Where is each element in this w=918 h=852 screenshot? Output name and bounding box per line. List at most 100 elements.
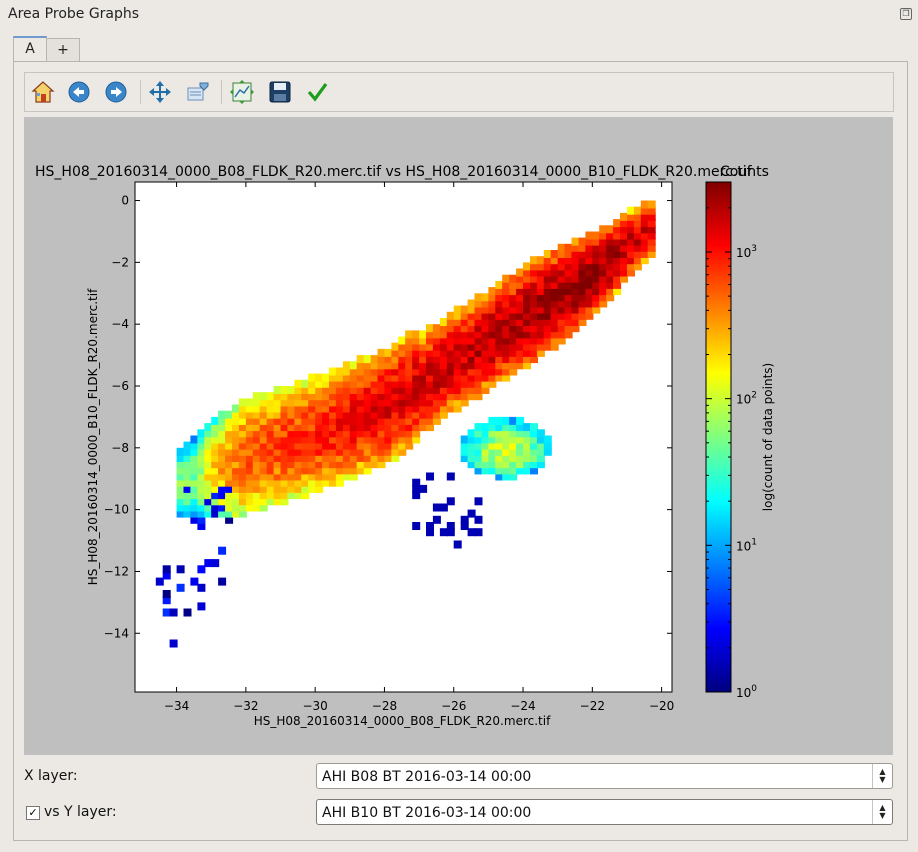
heatmap-cell [536,429,545,438]
colorbar-tick-label: 102 [736,391,757,407]
heatmap-cell [578,237,587,246]
heatmap-cell [370,355,379,364]
x-layer-label: X layer: [24,768,78,784]
y-layer-dropdown-arrow-icon[interactable]: ▲ ▼ [872,800,892,824]
heatmap-cell [460,435,469,444]
heatmap-cell [432,503,441,512]
heatmap-cell [557,243,566,252]
check-icon[interactable] [303,78,331,106]
heatmap-cell [474,515,483,524]
heatmap-cell [633,206,642,215]
pan-icon[interactable] [146,78,174,106]
heatmap-cell [467,509,476,518]
plot-toolbar [24,72,894,112]
y-layer-select[interactable]: AHI B10 BT 2016-03-14 00:00 ▲ ▼ [316,799,893,825]
heatmap-cell [453,540,462,549]
heatmap-cell [322,373,331,382]
chart-svg: −34 −32 −30 −28 −26 −24 −22 −20 0 −2 −4 −6 −8 −10 −12… [35,164,775,728]
heatmap-cell [183,608,192,617]
heatmap-cell [204,423,213,432]
window-title: Area Probe Graphs [8,6,140,22]
heatmap-cell [301,379,310,388]
save-icon[interactable] [266,78,294,106]
y-tick-label: −2 [111,255,129,269]
heatmap-cell [405,330,414,339]
y-tick-label: 0 [121,194,129,208]
heatmap-cell [439,503,448,512]
heatmap-cell [342,361,351,370]
heatmap-cell [211,559,220,568]
heatmap-cell [495,280,504,289]
y-layer-checkbox[interactable]: ✓ [26,806,40,820]
tab-add[interactable]: + [46,38,80,62]
heatmap-cell [446,311,455,320]
heatmap-cell [335,367,344,376]
heatmap-cell [502,274,511,283]
heatmap-cell [481,423,490,432]
heatmap-cell [197,602,206,611]
heatmap-cell [169,608,178,617]
heatmap-cell [509,274,518,283]
heatmap-cell [467,429,476,438]
heatmap-cell [543,435,552,444]
chart-title: HS_H08_20160314_0000_B08_FLDK_R20.merc.t… [35,164,753,180]
heatmap-cell [592,231,601,240]
x-tick-label: −22 [580,699,605,713]
heatmap-cell [453,305,462,314]
heatmap-cell [384,348,393,357]
x-axis-label: HS_H08_20160314_0000_B08_FLDK_R20.merc.t… [254,714,551,728]
heatmap-cell [426,324,434,333]
heatmap-cell [640,200,649,209]
x-tick-label: −26 [441,699,466,713]
heatmap-cell [197,583,206,592]
heatmap-cell [308,373,317,382]
heatmap-cell [169,639,178,648]
y-tick-label: −8 [111,441,129,455]
heatmap-cell [516,268,525,277]
heatmap-cell [252,392,261,401]
heatmap-cell [488,287,497,296]
zoom-icon[interactable] [184,78,212,106]
x-tick-label: −30 [302,699,327,713]
heatmap-cell [329,367,337,376]
x-tick-label: −24 [510,699,535,713]
heatmap-cell [474,497,483,506]
heatmap-cell [543,250,552,258]
heatmap-cell [287,386,296,394]
heatmap-cell [474,528,483,537]
heatmap-cell [356,355,365,364]
heatmap-cell [620,212,628,221]
heatmap-cell [439,528,448,537]
heatmap-cell [412,330,421,339]
forward-arrow-icon[interactable] [102,78,130,106]
x-tick-label: −32 [233,699,258,713]
y-axis-label: HS_H08_20160314_0000_B10_FLDK_R20.merc.t… [86,288,100,585]
back-arrow-icon[interactable] [65,78,93,106]
configure-subplots-icon[interactable] [228,78,256,106]
heatmap-cell [426,472,434,481]
x-layer-value: AHI B08 BT 2016-03-14 00:00 [322,769,532,785]
heatmap-cell [606,225,615,234]
tab-a[interactable]: A [13,36,47,63]
heatmap-cell [232,404,240,413]
heatmap-cell [564,243,573,252]
home-icon[interactable] [29,78,57,106]
colorbar-label: log(count of data points) [761,363,775,511]
heatmap-cell [391,342,400,351]
heatmap-cell [218,577,227,586]
heatmap-cell [197,565,206,574]
heatmap-cell [550,250,559,258]
heatmap-cell [439,318,448,326]
y-tick-label: −6 [111,379,129,393]
x-layer-dropdown-arrow-icon[interactable]: ▲ ▼ [872,764,892,788]
restore-window-icon[interactable]: ❐ [900,8,912,20]
heatmap-cell [599,225,608,234]
heatmap-cell [571,237,580,246]
heatmap-cell [238,398,247,407]
x-tick-label: −20 [649,699,674,713]
heatmap-cell [516,416,525,425]
heatmap-cell [315,373,324,382]
x-layer-select[interactable]: AHI B08 BT 2016-03-14 00:00 ▲ ▼ [316,763,893,789]
heatmap-cell [162,565,171,574]
figure-canvas[interactable]: −34 −32 −30 −28 −26 −24 −22 −20 0 −2 −4 −6 −8 −10 −12… [24,117,893,755]
